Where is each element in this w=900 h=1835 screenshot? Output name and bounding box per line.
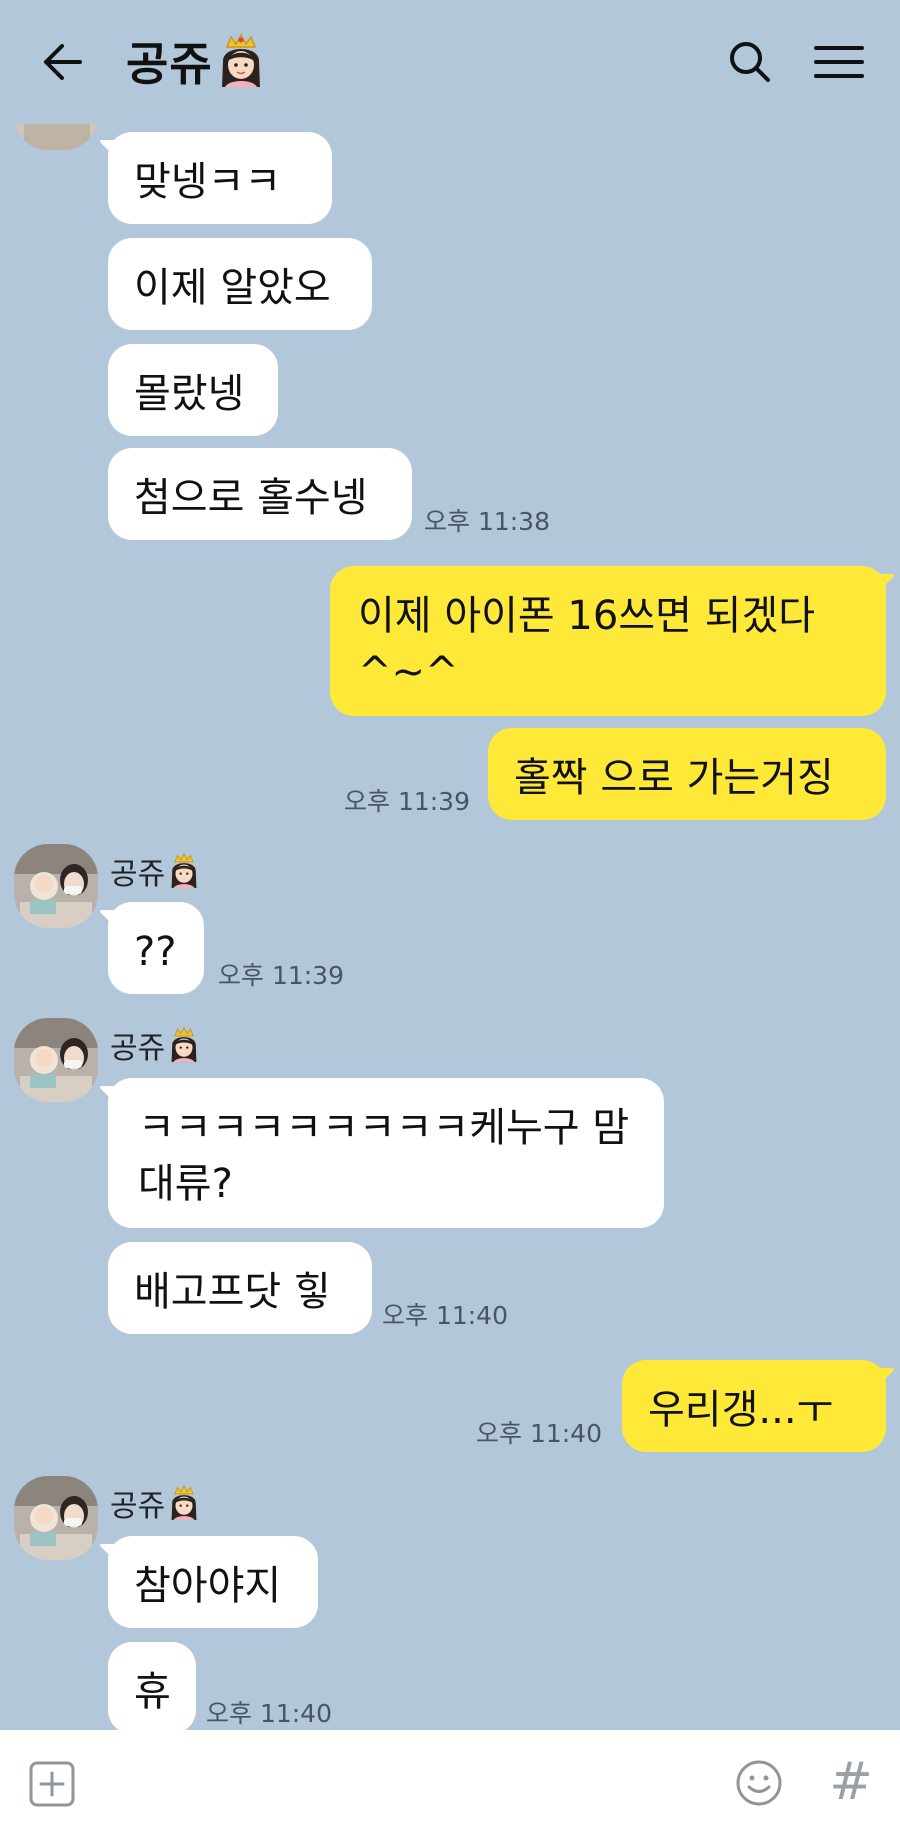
search-icon[interactable]: [724, 36, 776, 88]
avatar[interactable]: [14, 1476, 98, 1560]
princess-emoji-icon: [171, 852, 197, 888]
avatar[interactable]: [14, 1018, 98, 1102]
message-text: 배고프닷 힣: [134, 1269, 331, 1315]
message-text: ㅋㅋㅋㅋㅋㅋㅋㅋㅋ케누구 맘대류?: [138, 1105, 630, 1207]
message-bubble[interactable]: 배고프닷 힣: [108, 1242, 372, 1334]
message-timestamp: 오후 11:39: [218, 961, 344, 990]
chat-message-list[interactable]: 맞넹ㅋㅋ 이제 알았오 몰랐넹 첨으로 홀수넹 오후 11:38 이제 아이폰 …: [0, 124, 900, 1730]
message-timestamp: 오후 11:40: [206, 1699, 332, 1728]
arrow-left-icon[interactable]: [36, 36, 88, 88]
message-text: 몰랐넹: [134, 371, 245, 417]
chat-title-group: 공쥬: [126, 28, 267, 94]
message-text: ??: [134, 929, 177, 975]
bubble-tail: [100, 1544, 118, 1564]
message-text: 첨으로 홀수넹: [134, 475, 368, 521]
hash-button[interactable]: #: [826, 1752, 876, 1812]
bubble-tail: [876, 574, 894, 594]
message-bubble[interactable]: ㅋㅋㅋㅋㅋㅋㅋㅋㅋ케누구 맘대류?: [108, 1078, 664, 1228]
bubble-tail: [876, 1368, 894, 1388]
message-text: 이제 알았오: [134, 265, 331, 311]
message-bubble[interactable]: 첨으로 홀수넹: [108, 448, 412, 540]
message-timestamp: 오후 11:38: [424, 507, 550, 536]
bubble-tail: [100, 910, 118, 930]
message-bubble[interactable]: 맞넹ㅋㅋ: [108, 132, 332, 224]
message-timestamp: 오후 11:40: [382, 1301, 508, 1330]
message-input-bar: #: [0, 1730, 900, 1835]
message-text: 이제 아이폰 16쓰면 되겠다 ^~^: [358, 593, 816, 695]
princess-emoji-icon: [221, 33, 260, 87]
message-text: 우리갱...ㅜ: [648, 1387, 834, 1433]
bubble-tail: [100, 140, 118, 160]
sender-name: 공쥬: [110, 857, 166, 892]
bubble-tail: [100, 1086, 118, 1106]
chat-header: 공쥬: [0, 0, 900, 124]
message-text: 홀짝 으로 가는거징: [514, 755, 834, 801]
message-timestamp: 오후 11:40: [476, 1419, 602, 1448]
princess-emoji-icon: [171, 1026, 197, 1062]
plus-square-icon[interactable]: [28, 1760, 76, 1808]
chat-title: 공쥬: [126, 37, 213, 91]
message-bubble[interactable]: 이제 아이폰 16쓰면 되겠다 ^~^: [330, 566, 886, 716]
sender-name: 공쥬: [110, 1031, 166, 1066]
sender-name-row: 공쥬: [110, 1022, 201, 1068]
princess-emoji-icon: [171, 1484, 197, 1520]
message-bubble[interactable]: 우리갱...ㅜ: [622, 1360, 886, 1452]
avatar[interactable]: [14, 844, 98, 928]
sender-name: 공쥬: [110, 1489, 166, 1524]
message-timestamp: 오후 11:39: [344, 787, 470, 816]
avatar[interactable]: [14, 124, 98, 150]
message-bubble[interactable]: 이제 알았오: [108, 238, 372, 330]
hamburger-menu-icon[interactable]: [812, 36, 866, 88]
message-bubble[interactable]: 휴: [108, 1642, 196, 1730]
message-text: 휴: [134, 1669, 171, 1715]
sender-name-row: 공쥬: [110, 1480, 201, 1526]
smiley-icon[interactable]: [734, 1758, 784, 1808]
message-text: 참아야지: [134, 1563, 282, 1609]
sender-name-row: 공쥬: [110, 848, 201, 894]
message-bubble[interactable]: 홀짝 으로 가는거징: [488, 728, 886, 820]
message-input[interactable]: [100, 1748, 704, 1820]
message-bubble[interactable]: 참아야지: [108, 1536, 318, 1628]
message-text: 맞넹ㅋㅋ: [134, 159, 282, 205]
message-bubble[interactable]: ??: [108, 902, 204, 994]
message-bubble[interactable]: 몰랐넹: [108, 344, 278, 436]
